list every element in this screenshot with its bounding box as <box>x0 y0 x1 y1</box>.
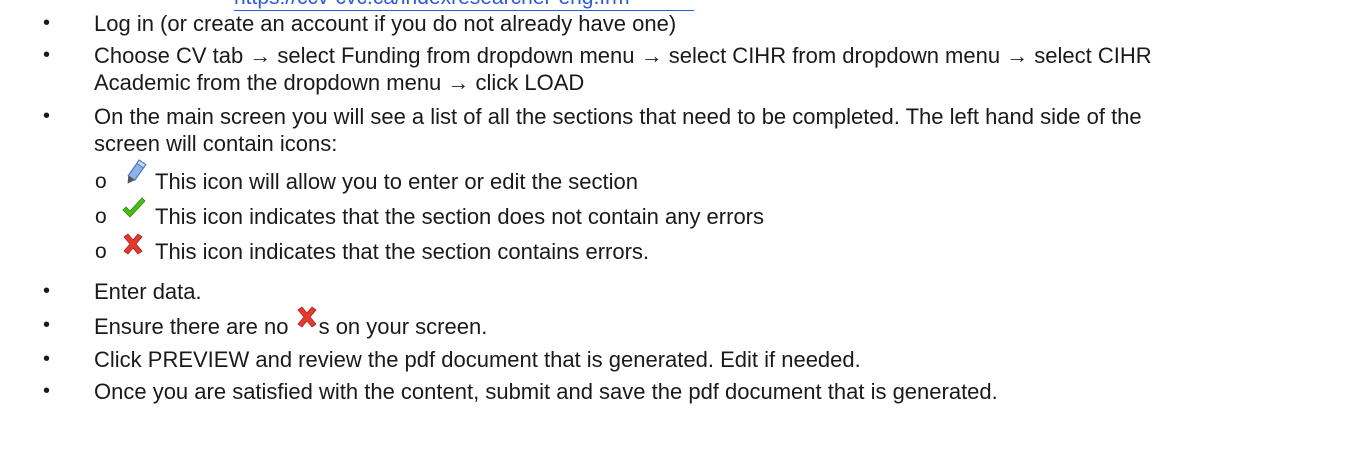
item-text: Log in (or create an account if you do n… <box>94 11 677 36</box>
sub-bullet: o <box>95 240 107 263</box>
sub-item-text: This icon indicates that the section doe… <box>155 204 765 229</box>
item-text-continuation: Academic from the dropdown menu → click … <box>94 70 585 95</box>
sub-item-text: This icon indicates that the section con… <box>155 239 650 264</box>
item-text-continuation: screen will contain icons: <box>94 131 338 156</box>
bullet: • <box>43 280 51 302</box>
document-page: https://ccv-cvc.ca/indexresearcher-eng.f… <box>0 0 1355 472</box>
item-text: Once you are satisfied with the content,… <box>94 379 998 404</box>
item-text: On the main screen you will see a list o… <box>94 104 1142 129</box>
bullet: • <box>43 12 51 34</box>
red-x-icon <box>121 233 145 261</box>
bullet: • <box>43 105 51 127</box>
item-text-part: Ensure there are no <box>94 314 295 339</box>
sub-item-text: This icon will allow you to enter or edi… <box>155 169 639 194</box>
item-text: Choose CV tab → select Funding from drop… <box>94 43 1152 68</box>
sub-bullet: o <box>95 205 107 228</box>
checkmark-icon <box>121 197 147 227</box>
item-text: Enter data. <box>94 279 202 304</box>
pencil-icon <box>120 158 150 194</box>
item-text-part: s on your screen. <box>318 314 488 339</box>
sub-bullet: o <box>95 170 107 193</box>
bullet: • <box>43 348 51 370</box>
bullet: • <box>43 380 51 402</box>
bullet: • <box>43 44 51 66</box>
bullet: • <box>43 314 51 336</box>
red-x-icon <box>295 306 319 336</box>
item-text: Click PREVIEW and review the pdf documen… <box>94 347 861 372</box>
item-text: Ensure there are no s on your screen. <box>94 306 488 340</box>
